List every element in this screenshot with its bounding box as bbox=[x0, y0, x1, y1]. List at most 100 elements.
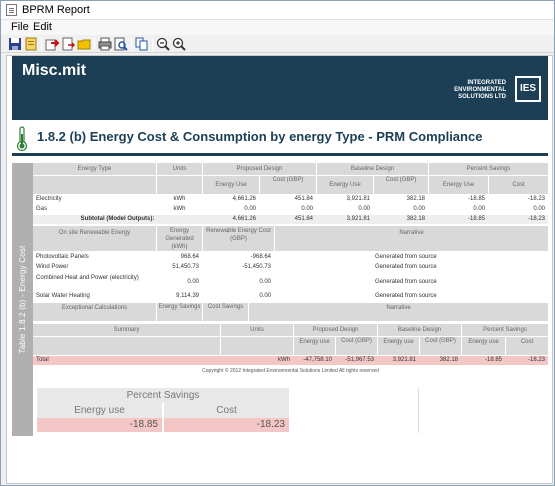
col-header-proposed: Proposed Design bbox=[294, 324, 377, 336]
value-cell: -47,758.10 bbox=[303, 357, 332, 363]
value-cell: -18.85 bbox=[467, 196, 485, 202]
renewable-name: Wind Power bbox=[36, 264, 69, 270]
export-icon[interactable] bbox=[61, 37, 75, 51]
value-cell: 0.00 bbox=[187, 279, 199, 285]
col-header-cost-gbp: Cost (GBP) bbox=[374, 176, 428, 194]
narrative-cell: Generated from source bbox=[375, 279, 437, 285]
units-cell: kWh bbox=[173, 206, 186, 212]
header-blank bbox=[157, 176, 202, 194]
table-row: Electricity kWh 4,661.26 451.84 3,921.81… bbox=[33, 195, 548, 204]
value-cell: -51,450.73 bbox=[242, 264, 271, 270]
value-cell: 382.18 bbox=[439, 357, 458, 363]
energy-type-cell: Gas bbox=[36, 206, 48, 212]
subtotal-label: Subtotal (Model Outputs): bbox=[80, 216, 155, 222]
company-line: INTEGRATED bbox=[467, 80, 506, 86]
narrative-cell: Generated from source bbox=[375, 264, 437, 270]
narrative-cell: Generated from source bbox=[375, 293, 437, 299]
value-cell: -18.23 bbox=[527, 216, 545, 222]
col-header-units: Units bbox=[221, 324, 293, 336]
value-cell: 9,114.39 bbox=[176, 293, 199, 299]
renewable-header-row: On site Renewable Energy Energy Generate… bbox=[33, 226, 548, 251]
col-header-generated: Energy Generated (kWh) bbox=[157, 226, 202, 251]
project-name: Misc.mit bbox=[22, 62, 87, 79]
col-header-cost: Cost bbox=[489, 176, 548, 194]
thermometer-icon bbox=[16, 126, 28, 152]
copy-icon[interactable] bbox=[135, 37, 149, 51]
print-preview-icon[interactable] bbox=[114, 37, 128, 51]
col-header-cost-savings: Cost Savings bbox=[203, 303, 248, 321]
summary-header-row: Summary Units Proposed Design Baseline D… bbox=[33, 324, 548, 336]
toolbar-separator bbox=[131, 38, 132, 50]
menu-file[interactable]: File bbox=[11, 21, 29, 33]
col-header-energy-use: Energy use bbox=[462, 337, 505, 355]
percent-savings-box: Percent Savings Energy use Cost -18.85 -… bbox=[37, 388, 289, 433]
value-cell: 0.00 bbox=[533, 206, 545, 212]
company-line: SOLUTIONS LTD bbox=[458, 94, 506, 100]
save-icon[interactable] bbox=[8, 37, 22, 51]
col-header-narrative: Narrative bbox=[249, 303, 548, 321]
value-cell: 968.64 bbox=[180, 254, 199, 260]
col-header-percent: Percent Savings bbox=[462, 324, 548, 336]
col-header-exceptional: Exceptional Calculations bbox=[33, 303, 156, 321]
units-cell: kWh bbox=[173, 196, 186, 202]
energy-use-label: Energy use bbox=[37, 403, 162, 418]
value-cell: 451.84 bbox=[294, 216, 313, 222]
table-row: Photovoltaic Panels 968.64 -968.64 Gener… bbox=[33, 253, 548, 262]
side-tab: Table 1.8.2 (b) - Energy Cost bbox=[12, 163, 33, 436]
narrative-cell: Generated from source bbox=[375, 254, 437, 260]
folder-icon[interactable] bbox=[77, 37, 91, 51]
export-red-icon[interactable] bbox=[45, 37, 59, 51]
total-label: Total bbox=[36, 357, 49, 363]
table-header-row: Energy Type Units Proposed Design Baseli… bbox=[33, 163, 548, 175]
zoom-out-icon[interactable] bbox=[156, 37, 170, 51]
value-cell: 382.18 bbox=[406, 196, 425, 202]
header-blank bbox=[221, 337, 293, 355]
col-header-onsite: On site Renewable Energy bbox=[33, 226, 156, 251]
toolbar bbox=[1, 35, 554, 53]
table-row: Wind Power 51,450.73 -51,450.73 Generate… bbox=[33, 263, 548, 272]
total-row: Total kWh -47,758.10 -51,967.53 3,921.81… bbox=[33, 356, 548, 365]
energy-type-cell: Electricity bbox=[36, 196, 62, 202]
value-cell: -18.85 bbox=[467, 216, 485, 222]
toolbar-separator bbox=[41, 38, 42, 50]
value-cell: 0.00 bbox=[244, 206, 256, 212]
value-cell: -51,967.53 bbox=[345, 357, 374, 363]
menu-edit[interactable]: Edit bbox=[33, 21, 52, 33]
col-header-energy-use: Energy Use bbox=[203, 176, 259, 194]
header-blank bbox=[33, 176, 156, 194]
percent-savings-panel: Percent Savings Energy use Cost -18.85 -… bbox=[33, 385, 548, 436]
menu-bar: File Edit bbox=[1, 20, 554, 35]
open-icon[interactable] bbox=[24, 37, 38, 51]
value-cell: 4,661.26 bbox=[232, 216, 256, 222]
value-cell: -18.23 bbox=[527, 196, 545, 202]
col-header-energy-type: Energy Type bbox=[33, 163, 156, 175]
percent-savings-title: Percent Savings bbox=[37, 388, 289, 403]
app-icon bbox=[6, 4, 17, 16]
value-cell: 51,450.73 bbox=[172, 264, 199, 270]
report-window: BPRM Report File Edit Misc.mit INTEGRATE… bbox=[0, 0, 555, 486]
energy-use-value: -18.85 bbox=[37, 418, 162, 432]
value-cell: 0.00 bbox=[301, 206, 313, 212]
title-bar: BPRM Report bbox=[1, 1, 554, 20]
report-title: 1.8.2 (b) Energy Cost & Consumption by e… bbox=[37, 129, 483, 144]
value-cell: -18.23 bbox=[527, 357, 545, 363]
value-cell: 0.00 bbox=[259, 279, 271, 285]
col-header-narrative: Narrative bbox=[275, 226, 548, 251]
side-tab-label: Table 1.8.2 (b) - Energy Cost bbox=[18, 245, 27, 354]
subtotal-row: Subtotal (Model Outputs): 4,661.26 451.8… bbox=[33, 215, 548, 224]
zoom-in-icon[interactable] bbox=[172, 37, 186, 51]
company-line: ENVIRONMENTAL bbox=[454, 87, 506, 93]
col-header-proposed: Proposed Design bbox=[203, 163, 316, 175]
exceptional-header-row: Exceptional Calculations Energy Savings … bbox=[33, 303, 548, 321]
header-blank bbox=[33, 337, 220, 355]
cost-value: -18.23 bbox=[164, 418, 289, 432]
copyright: Copyright © 2012 Integrated Environmenta… bbox=[202, 368, 379, 374]
table-row: Gas kWh 0.00 0.00 0.00 0.00 0.00 0.00 bbox=[33, 205, 548, 214]
window-title: BPRM Report bbox=[22, 4, 90, 16]
value-cell: 382.18 bbox=[406, 216, 425, 222]
ies-logo: IES bbox=[515, 76, 541, 102]
renewable-name: Solar Water Heating bbox=[36, 293, 90, 299]
print-icon[interactable] bbox=[98, 37, 112, 51]
company-name: INTEGRATED ENVIRONMENTAL SOLUTIONS LTD bbox=[426, 80, 506, 101]
col-header-cost-gbp: Cost (GBP) bbox=[260, 176, 316, 194]
